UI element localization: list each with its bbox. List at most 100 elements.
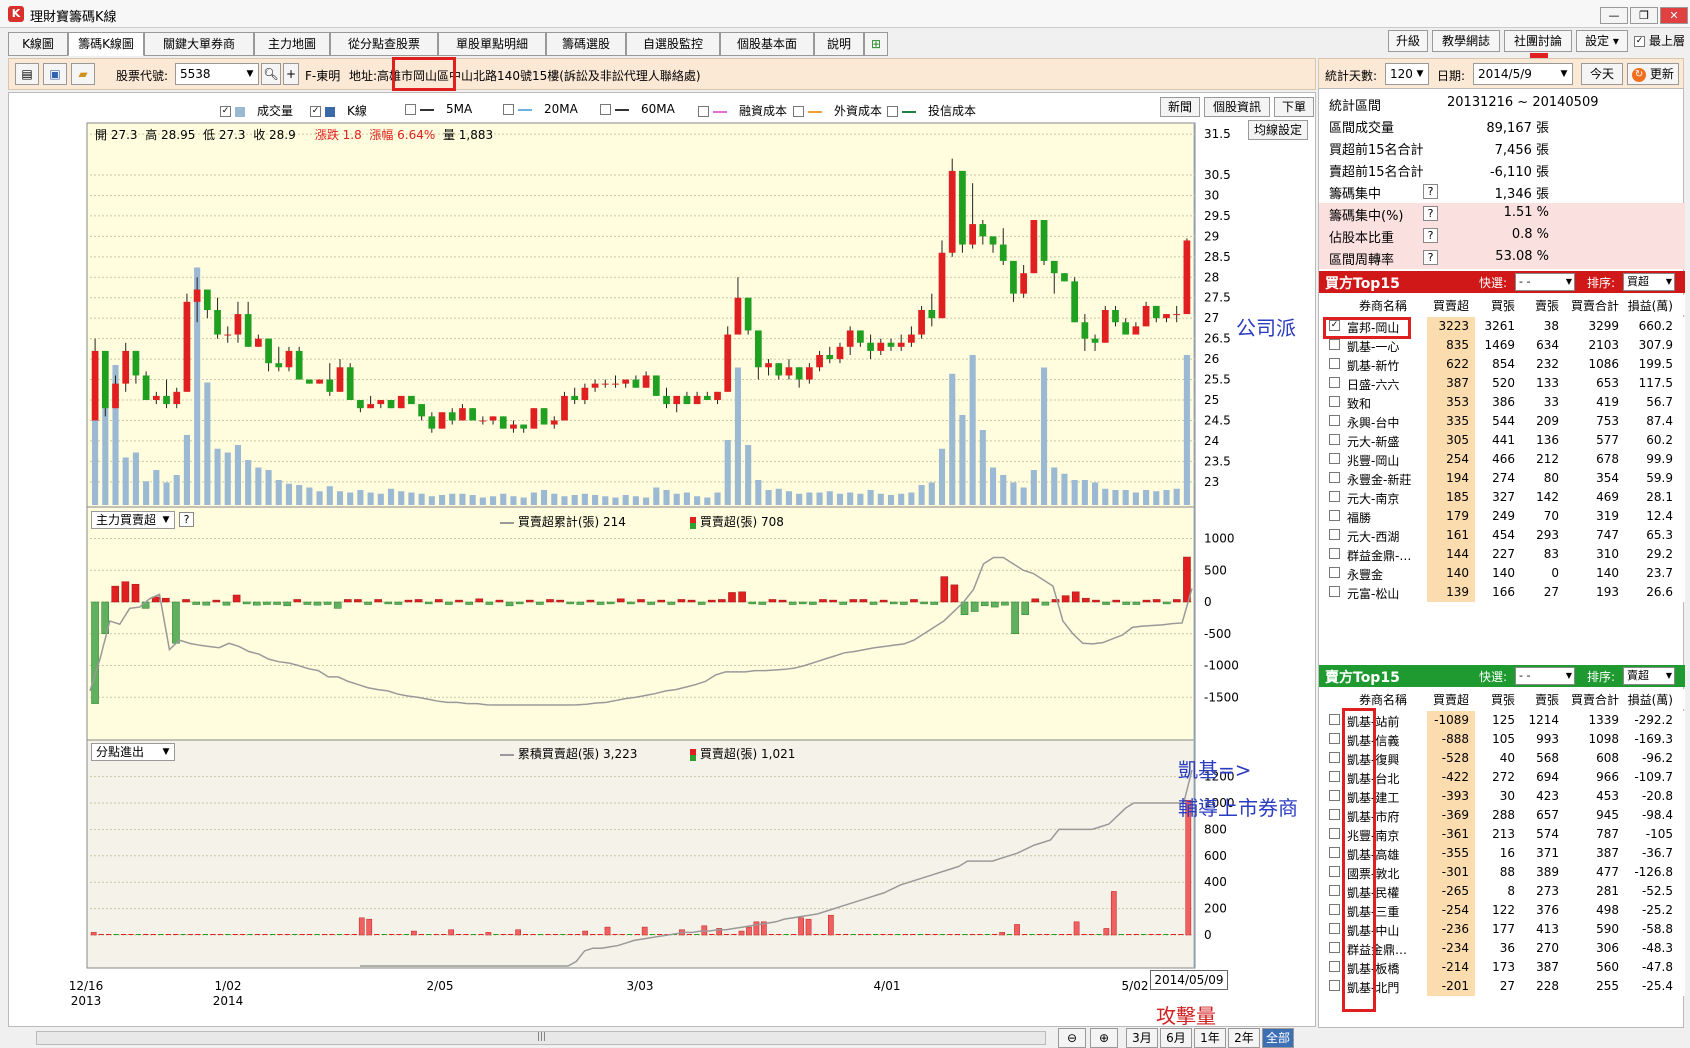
help-icon[interactable]: ? [1423, 206, 1438, 221]
checkbox-icon[interactable] [1329, 377, 1340, 388]
broker-row[interactable]: 致和 353 386 33 419 56.7 [1319, 393, 1685, 412]
volume-bar [1143, 490, 1150, 505]
help-icon[interactable]: ? [179, 512, 194, 527]
broker-row[interactable]: 永興-台中 335 544 209 753 87.4 [1319, 412, 1685, 431]
broker-row[interactable]: 日盛-六六 387 520 133 653 117.5 [1319, 374, 1685, 393]
checkbox-icon[interactable] [1329, 453, 1340, 464]
broker-row[interactable]: 凱基-新竹 622 854 232 1086 199.5 [1319, 355, 1685, 374]
checkbox-icon[interactable] [1329, 904, 1340, 915]
upgrade-button[interactable]: 升級 [1388, 30, 1428, 52]
checkbox-icon[interactable] [1329, 752, 1340, 763]
checkbox-icon[interactable] [1329, 714, 1340, 725]
price-tick-label: 27 [1204, 311, 1219, 325]
range-button-4[interactable]: 全部 [1262, 1028, 1294, 1048]
chevron-down-icon: ▼ [1416, 69, 1424, 79]
checkbox-icon[interactable] [1329, 567, 1340, 578]
candle-body [703, 395, 711, 400]
checkbox-icon[interactable] [1329, 529, 1340, 540]
checkbox-icon[interactable] [1329, 790, 1340, 801]
range-button-1[interactable]: 6月 [1160, 1028, 1192, 1048]
indicator-select[interactable]: 主力買賣超 ▼ [91, 511, 175, 529]
broker-row[interactable]: 永豐金-新莊 194 274 80 354 59.9 [1319, 469, 1685, 488]
checkbox-icon[interactable] [1329, 586, 1340, 597]
broker-row[interactable]: 兆豐-岡山 254 466 212 678 99.9 [1319, 450, 1685, 469]
checkbox-icon[interactable] [1329, 980, 1340, 991]
sort-select[interactable]: 買超 ▼ [1623, 273, 1675, 291]
checkbox-icon[interactable] [1329, 809, 1340, 820]
candle-body [1173, 314, 1181, 316]
chip-bar [768, 599, 777, 603]
volume-bar [204, 382, 211, 505]
stat-days-select[interactable]: 120 ▼ [1385, 63, 1429, 85]
volume-bar [122, 457, 129, 505]
chip-tick-label: 1000 [1204, 532, 1235, 546]
checkbox-icon[interactable] [1329, 396, 1340, 407]
checkbox-icon[interactable] [1329, 866, 1340, 877]
settings-dropdown[interactable]: 設定 ▾ [1576, 30, 1628, 52]
price-tick-label: 26 [1204, 352, 1219, 366]
broker-row[interactable]: 群益金鼎-… 144 227 83 310 29.2 [1319, 545, 1685, 564]
broker-cell: 228 [1536, 979, 1559, 993]
help-icon[interactable]: ? [1423, 250, 1438, 265]
zoom-out-icon[interactable]: ⊖ [1058, 1028, 1086, 1048]
branch-bar [292, 934, 298, 935]
help-icon[interactable]: ? [1423, 184, 1438, 199]
broker-row[interactable]: 元大-西湖 161 454 293 747 65.3 [1319, 526, 1685, 545]
checkbox-icon[interactable] [1329, 339, 1340, 350]
branch-bar [805, 918, 812, 936]
checkbox-icon[interactable] [1329, 923, 1340, 934]
checkbox-icon[interactable] [1329, 491, 1340, 502]
checkbox-icon[interactable] [1329, 847, 1340, 858]
broker-row[interactable]: 元大-南京 185 327 142 469 28.1 [1319, 488, 1685, 507]
checkbox-icon[interactable] [1329, 434, 1340, 445]
volume-bar [826, 491, 833, 505]
range-button-3[interactable]: 2年 [1228, 1028, 1260, 1048]
chip-bar [475, 598, 484, 603]
close-button[interactable]: ✕ [1660, 7, 1688, 24]
broker-cell: -105 [1645, 827, 1673, 841]
help-icon[interactable]: ? [1423, 228, 1438, 243]
branch-bar [180, 934, 186, 935]
candle-body [306, 379, 313, 384]
checkbox-icon[interactable] [1329, 942, 1340, 953]
date-picker[interactable]: 2014/5/9 ▼ [1473, 63, 1573, 85]
checkbox-icon[interactable] [1329, 771, 1340, 782]
broker-cell: 70 [1543, 509, 1559, 523]
checkbox-icon[interactable] [1329, 828, 1340, 839]
checkbox-icon[interactable] [1329, 733, 1340, 744]
maximize-button[interactable]: ❐ [1630, 7, 1658, 24]
teaching-blog-button[interactable]: 教學網誌 [1432, 30, 1500, 52]
broker-row[interactable]: 永豐金 140 140 0 140 23.7 [1319, 564, 1685, 583]
horizontal-scrollbar[interactable]: ||| [36, 1031, 1046, 1045]
topmost-checkbox[interactable]: ✓ 最上層 [1634, 32, 1685, 49]
checkbox-icon[interactable] [1329, 415, 1340, 426]
chip-bar [192, 601, 200, 605]
minimize-button[interactable]: — [1600, 7, 1628, 24]
candle-body [795, 367, 803, 380]
today-button[interactable]: 今天 [1581, 63, 1623, 85]
checkbox-icon[interactable] [1329, 472, 1340, 483]
range-button-0[interactable]: 3月 [1126, 1028, 1158, 1048]
range-button-2[interactable]: 1年 [1194, 1028, 1226, 1048]
broker-row[interactable]: 元大-新盛 305 441 136 577 60.2 [1319, 431, 1685, 450]
update-button[interactable]: ↻ 更新 [1627, 63, 1679, 85]
checkbox-icon[interactable] [1329, 510, 1340, 521]
volume-bar [581, 493, 588, 505]
broker-row[interactable]: 福勝 179 249 70 319 12.4 [1319, 507, 1685, 526]
checkbox-icon[interactable] [1329, 885, 1340, 896]
zoom-in-icon[interactable]: ⊕ [1090, 1028, 1118, 1048]
volume-bar [734, 367, 741, 505]
quick-select[interactable]: - - ▼ [1515, 273, 1575, 291]
quick-select[interactable]: - - ▼ [1515, 667, 1575, 685]
checkbox-icon[interactable] [1329, 358, 1340, 369]
stat-value: 20131216 ~ 20140509 [1447, 95, 1599, 110]
candle-body [316, 379, 323, 384]
sort-select[interactable]: 賣超 ▼ [1623, 667, 1675, 685]
checkbox-icon[interactable] [1329, 961, 1340, 972]
sort-value: 賣超 [1627, 669, 1649, 682]
branch-select[interactable]: 分點進出 ▼ [91, 743, 175, 761]
forum-button[interactable]: 社團討論9+ [1504, 30, 1572, 73]
broker-row[interactable]: 元富-松山 139 166 27 193 26.6 [1319, 583, 1685, 602]
checkbox-icon[interactable] [1329, 548, 1340, 559]
volume-bar [357, 490, 364, 505]
